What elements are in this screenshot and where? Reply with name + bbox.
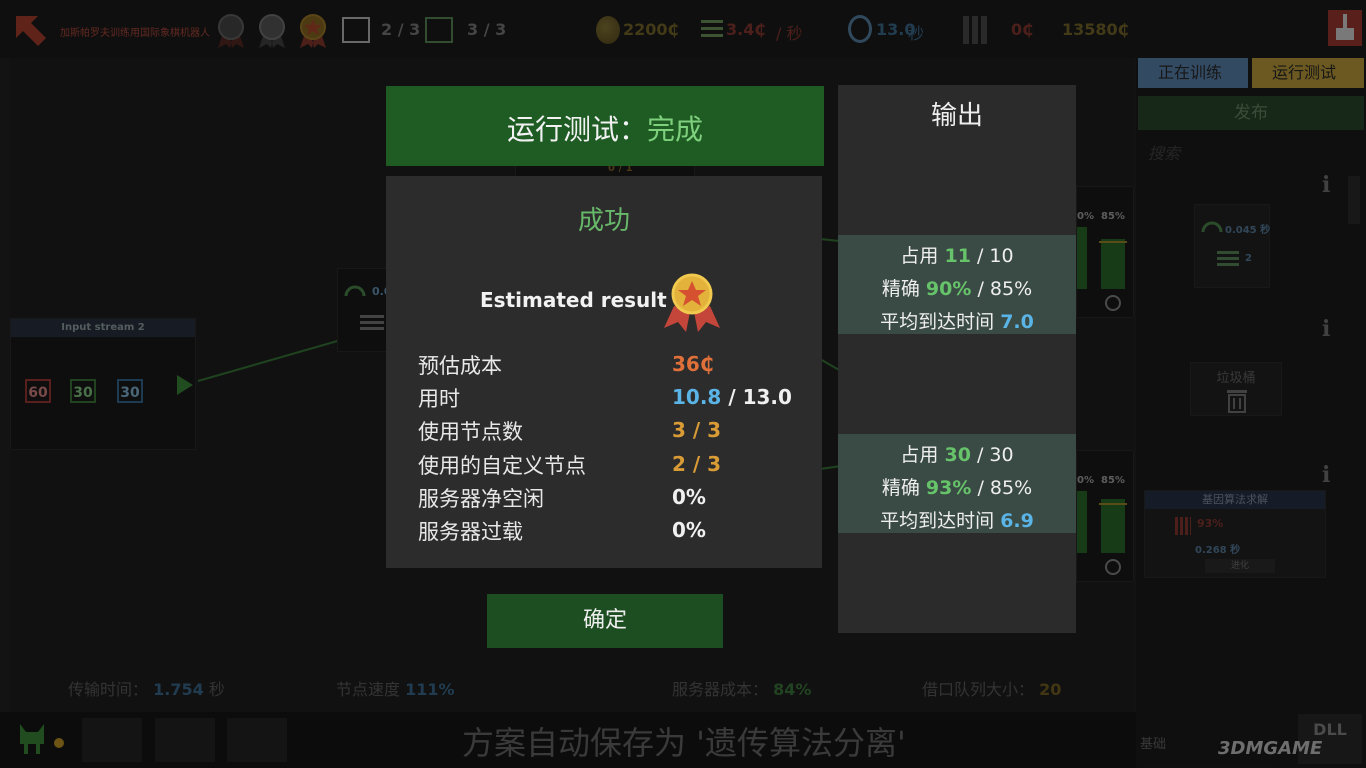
occupancy-label: 占用 <box>900 245 939 267</box>
result-dialog: 成功 Estimated result 预估成本 36₵ 用时 10.8 / 1… <box>386 176 822 568</box>
occupancy-max: / 30 <box>970 444 1014 466</box>
server-idle-label: 服务器净空闲 <box>418 487 544 511</box>
nodes-used-label: 使用节点数 <box>418 420 523 444</box>
time-result: 10.8 / 13.0 <box>672 385 792 409</box>
arrival-value: 6.9 <box>1000 510 1034 532</box>
output-title: 输出 <box>930 101 983 131</box>
accuracy-value: 93% <box>925 477 972 499</box>
output-stats-card: 占用 30 / 30 精确 93% / 85% 平均到达时间 6.9 <box>838 434 1076 533</box>
result-title-bar: 运行测试：完成 <box>386 86 824 166</box>
custom-nodes-value: 2 / 3 <box>672 452 722 476</box>
arrival-label: 平均到达时间 <box>880 510 995 532</box>
output-panel: 输出 占用 11 / 10 精确 90% / 85% 平均到达时间 7.0 占用… <box>838 85 1076 633</box>
occupancy-max: / 10 <box>970 245 1014 267</box>
time-limit: / 13.0 <box>721 385 792 409</box>
occupancy-line: 占用 11 / 10 <box>838 241 1076 268</box>
arrival-line: 平均到达时间 6.9 <box>838 506 1076 533</box>
arrival-value: 7.0 <box>1000 311 1034 333</box>
accuracy-value: 90% <box>925 278 972 300</box>
accuracy-target: / 85% <box>971 477 1033 499</box>
arrival-label: 平均到达时间 <box>880 311 995 333</box>
accuracy-label: 精确 <box>881 278 920 300</box>
nodes-used-value: 3 / 3 <box>672 418 722 442</box>
time-value: 10.8 <box>672 385 722 409</box>
accuracy-label: 精确 <box>881 477 920 499</box>
accuracy-target: / 85% <box>971 278 1033 300</box>
arrival-line: 平均到达时间 7.0 <box>838 307 1076 334</box>
server-idle-value: 0% <box>672 485 706 509</box>
accuracy-line: 精确 93% / 85% <box>838 473 1076 500</box>
success-heading: 成功 <box>577 206 630 236</box>
cost-value: 36₵ <box>672 352 714 376</box>
result-title: 运行测试：完成 <box>386 108 824 148</box>
server-overload-value: 0% <box>672 518 706 542</box>
estimated-result-label: Estimated result <box>480 288 667 312</box>
output-stats-card: 占用 11 / 10 精确 90% / 85% 平均到达时间 7.0 <box>838 235 1076 334</box>
gold-medal-icon <box>664 273 720 332</box>
accuracy-line: 精确 90% / 85% <box>838 274 1076 301</box>
cost-label: 预估成本 <box>418 354 502 378</box>
server-overload-label: 服务器过载 <box>418 520 523 544</box>
occupancy-label: 占用 <box>900 444 939 466</box>
confirm-button[interactable]: 确定 <box>487 594 723 648</box>
time-label: 用时 <box>418 387 460 411</box>
occupancy-line: 占用 30 / 30 <box>838 440 1076 467</box>
result-title-prefix: 运行测试： <box>506 113 647 146</box>
custom-nodes-label: 使用的自定义节点 <box>418 454 586 478</box>
occupancy-value: 30 <box>944 444 971 466</box>
occupancy-value: 11 <box>944 245 971 267</box>
result-title-state: 完成 <box>647 113 704 146</box>
